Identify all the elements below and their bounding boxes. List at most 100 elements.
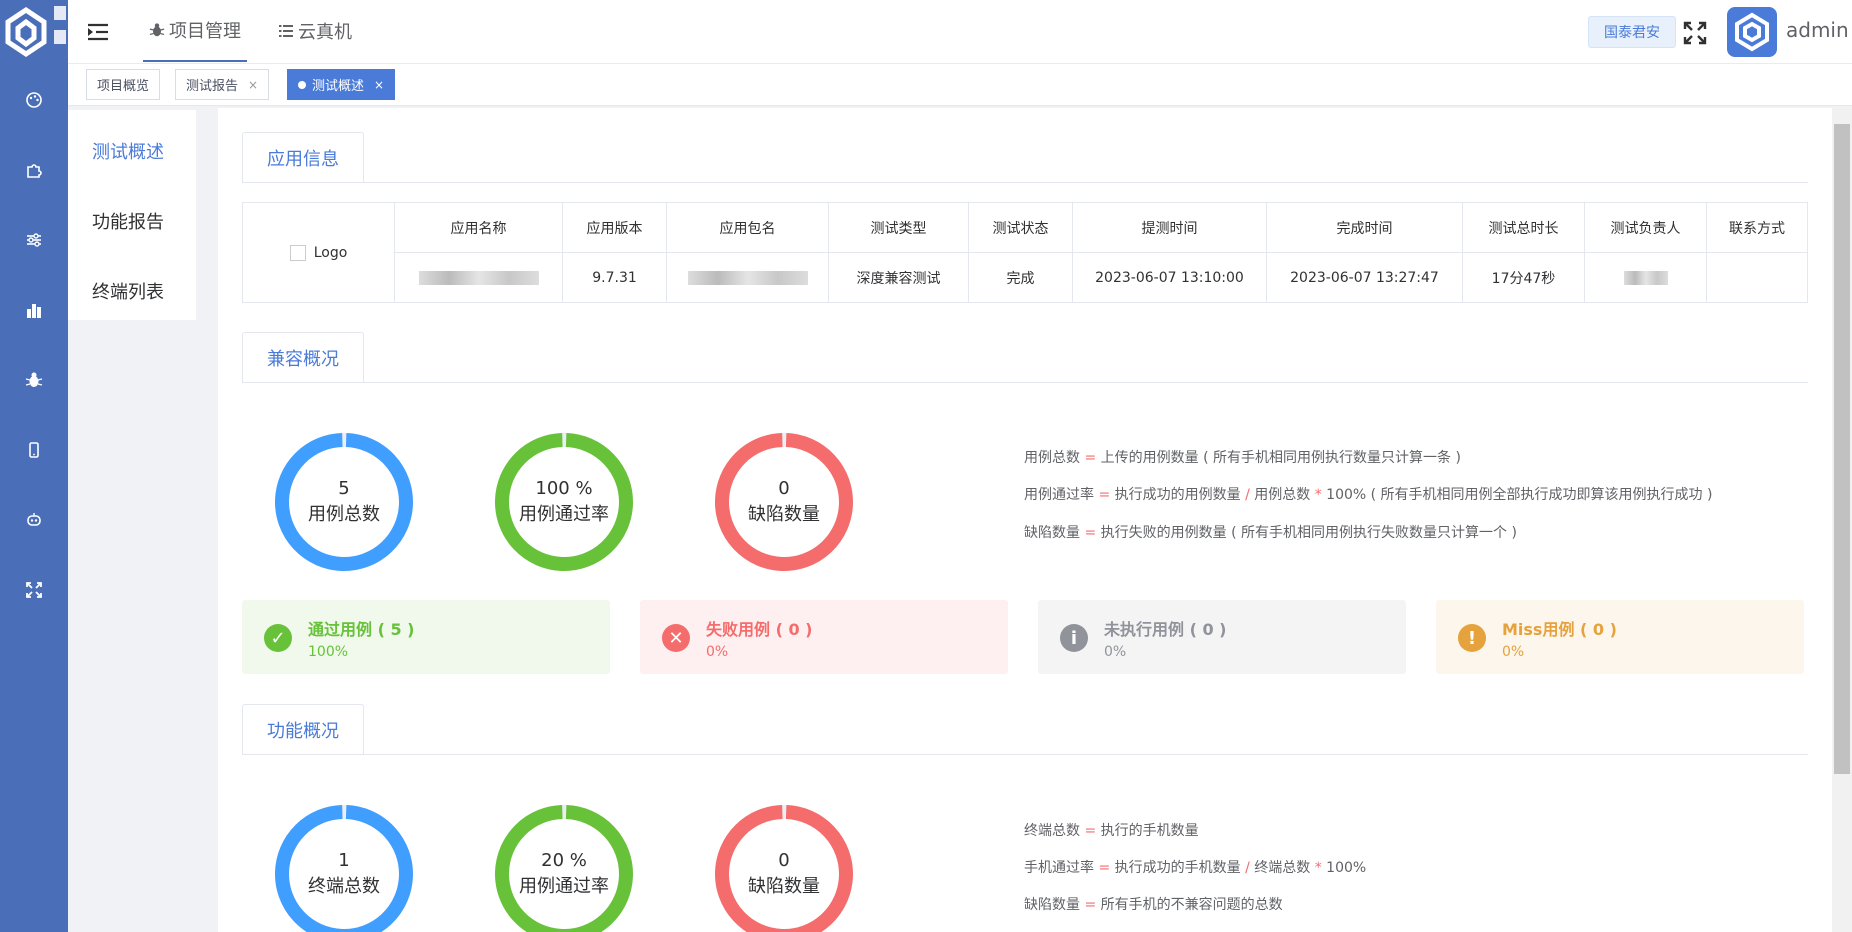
formula-device-defects: 缺陷数量 = 所有手机的不兼容问题的总数 [1024, 894, 1283, 914]
stat-card[interactable]: ! Miss用例 ( 0 ) 0% [1436, 600, 1804, 674]
table-header: 测试负责人 [1584, 202, 1707, 253]
stat-card[interactable]: i 未执行用例 ( 0 ) 0% [1038, 600, 1406, 674]
formula-term: 缺陷数量 [1024, 525, 1080, 541]
nav-project-management[interactable]: 项目管理 [143, 0, 247, 62]
app-info-table: Logo 应用名称 应用版本 应用包名 测试类型 测试状态 提测时间 完成时间 … [242, 202, 1808, 303]
ring-label: 用例通过率 [519, 876, 609, 897]
stat-title: 通过用例 ( 5 ) [308, 620, 415, 639]
list-icon [279, 25, 293, 37]
phone-icon[interactable] [22, 438, 46, 462]
redacted-text [418, 270, 539, 285]
tab-test-report[interactable]: 测试报告 × [175, 69, 270, 100]
stat-card[interactable]: ✓ 通过用例 ( 5 ) 100% [242, 600, 610, 674]
ring-text: 5 用例总数 [274, 476, 414, 528]
menu-toggle-icon[interactable] [86, 22, 110, 42]
ring-value: 20 % [541, 850, 587, 871]
table-header: 测试总时长 [1462, 202, 1585, 253]
owner-cell [1584, 252, 1707, 303]
puzzle-icon[interactable] [22, 158, 46, 182]
nav-cloud-device[interactable]: 云真机 [278, 0, 352, 62]
table-header: 测试状态 [968, 202, 1073, 253]
redacted-text [1623, 270, 1668, 285]
formula-op: = [1084, 525, 1097, 541]
ring-text: 100 % 用例通过率 [494, 476, 634, 528]
submenu-item-function-report[interactable]: 功能报告 [92, 208, 164, 234]
stat-percent: 100% [308, 644, 349, 660]
ring-value: 100 % [535, 478, 593, 499]
divider [242, 182, 1808, 183]
formula-rhs: 执行失败的用例数量 ( 所有手机相同用例执行失败数量只计算一个 ) [1100, 525, 1517, 541]
close-icon[interactable]: × [374, 78, 384, 92]
tab-label: 项目概览 [97, 79, 150, 94]
ring-label: 终端总数 [308, 876, 380, 897]
divider [242, 754, 1808, 755]
formula-op: / [1245, 860, 1250, 876]
app-logo[interactable] [0, 0, 68, 64]
formula-rhs: 执行成功的用例数量 [1114, 487, 1241, 503]
stat-title: 未执行用例 ( 0 ) [1104, 620, 1227, 639]
formula-rhs: 100% [1326, 860, 1367, 876]
ring-text: 0 缺陷数量 [714, 476, 854, 528]
tab-test-summary[interactable]: 测试概述 × [287, 69, 396, 100]
close-icon[interactable]: × [248, 78, 258, 92]
tab-project-overview[interactable]: 项目概览 [86, 69, 161, 100]
username[interactable]: admin [1786, 18, 1849, 42]
ring-label: 缺陷数量 [748, 504, 820, 525]
check-icon: ✓ [264, 624, 292, 652]
formula-term: 手机通过率 [1024, 860, 1094, 876]
section-tab-app-info[interactable]: 应用信息 [242, 132, 364, 182]
warning-icon: ! [1458, 624, 1486, 652]
company-badge[interactable]: 国泰君安 [1588, 16, 1676, 48]
ring-gauge: 0 缺陷数量 [714, 432, 854, 572]
ring-gauge: 20 % 用例通过率 [494, 804, 634, 932]
scrollbar[interactable] [1832, 108, 1852, 932]
table-header: 联系方式 [1706, 202, 1808, 253]
submenu-item-device-list[interactable]: 终端列表 [92, 278, 164, 304]
main-panel: 应用信息 Logo 应用名称 应用版本 应用包名 测试类型 测试状态 提测时间 … [218, 108, 1832, 932]
ring-text: 0 缺陷数量 [714, 848, 854, 900]
table-header: 应用名称 [394, 202, 563, 253]
sidebar [0, 0, 68, 932]
table-row: 9.7.31 深度兼容测试 完成 2023-06-07 13:10:00 202… [243, 252, 1808, 303]
stat-card[interactable]: ✕ 失败用例 ( 0 ) 0% [640, 600, 1008, 674]
bug-icon[interactable] [22, 368, 46, 392]
nav-cloud-device-label: 云真机 [298, 22, 352, 43]
app-name-cell [394, 252, 563, 303]
ring-gauge: 5 用例总数 [274, 432, 414, 572]
tags-view: 项目概览 测试报告 × 测试概述 × [68, 64, 1852, 106]
nav-project-management-label: 项目管理 [169, 21, 241, 42]
robot-icon[interactable] [22, 508, 46, 532]
ring-value: 5 [338, 478, 350, 499]
formula-rhs: 终端总数 [1254, 860, 1311, 876]
formula-rhs: 上传的用例数量 ( 所有手机相同用例执行数量只计算一条 ) [1100, 450, 1461, 466]
avatar[interactable] [1727, 7, 1777, 57]
info-icon: i [1060, 624, 1088, 652]
app-logo-cell: Logo [242, 202, 395, 303]
palette-icon[interactable] [22, 88, 46, 112]
stat-title: Miss用例 ( 0 ) [1502, 620, 1617, 639]
table-header: 完成时间 [1266, 202, 1463, 253]
fullscreen-icon[interactable] [1682, 20, 1708, 46]
expand-icon[interactable] [22, 578, 46, 602]
divider [242, 382, 1808, 383]
bar-chart-icon[interactable] [22, 298, 46, 322]
scrollbar-thumb[interactable] [1834, 124, 1850, 774]
duration-cell: 17分47秒 [1462, 252, 1585, 303]
ring-text: 1 终端总数 [274, 848, 414, 900]
ring-label: 缺陷数量 [748, 876, 820, 897]
submenu-item-test-summary[interactable]: 测试概述 [92, 138, 164, 164]
formula-op: * [1314, 487, 1322, 503]
table-header: 应用版本 [562, 202, 667, 253]
contact-cell [1706, 252, 1808, 303]
submit-time-cell: 2023-06-07 13:10:00 [1072, 252, 1267, 303]
x-icon: ✕ [662, 624, 690, 652]
sliders-icon[interactable] [22, 228, 46, 252]
finish-time-cell: 2023-06-07 13:27:47 [1266, 252, 1463, 303]
section-tab-compat[interactable]: 兼容概况 [242, 332, 364, 382]
broken-image-icon [289, 244, 306, 261]
active-dot-icon [298, 80, 306, 89]
formula-defects: 缺陷数量 = 执行失败的用例数量 ( 所有手机相同用例执行失败数量只计算一个 ) [1024, 522, 1517, 542]
package-name-cell [666, 252, 829, 303]
formula-term: 用例通过率 [1024, 487, 1094, 503]
section-tab-func[interactable]: 功能概况 [242, 704, 364, 754]
